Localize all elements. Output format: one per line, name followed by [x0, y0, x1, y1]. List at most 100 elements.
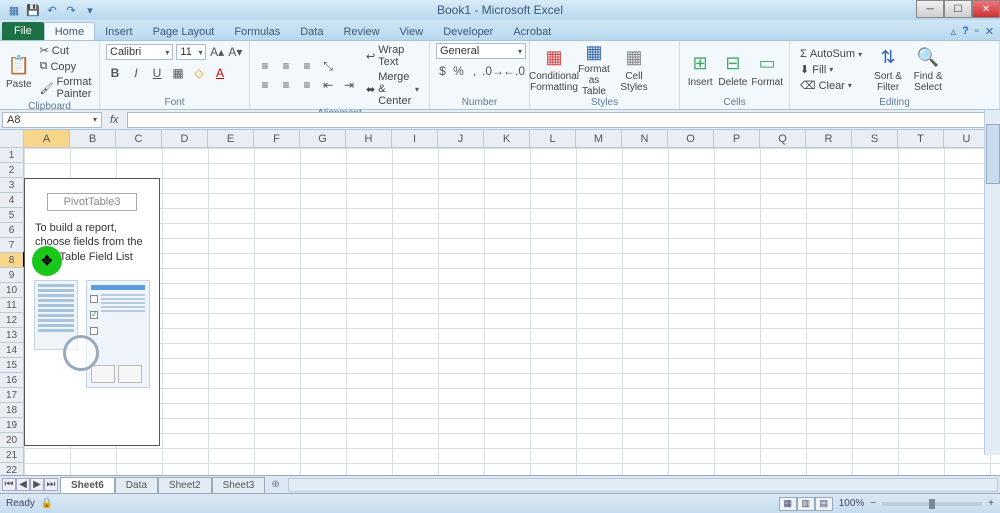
col-header-O[interactable]: O [668, 130, 714, 148]
col-header-C[interactable]: C [116, 130, 162, 148]
new-sheet-icon[interactable]: ⊕ [265, 479, 285, 490]
row-header-1[interactable]: 1 [0, 148, 24, 163]
zoom-in-icon[interactable]: + [988, 498, 994, 509]
col-header-S[interactable]: S [852, 130, 898, 148]
vertical-scrollbar[interactable] [984, 110, 1000, 455]
row-header-9[interactable]: 9 [0, 268, 24, 283]
conditional-formatting-button[interactable]: ▦Conditional Formatting [536, 45, 572, 95]
col-header-D[interactable]: D [162, 130, 208, 148]
worksheet-grid[interactable]: ABCDEFGHIJKLMNOPQRSTU 123456789101112131… [0, 130, 1000, 475]
row-header-11[interactable]: 11 [0, 298, 24, 313]
comma-icon[interactable]: , [468, 62, 481, 80]
align-bottom-icon[interactable]: ≡ [298, 57, 316, 75]
horizontal-scrollbar[interactable] [288, 478, 998, 492]
decrease-decimal-icon[interactable]: ←.0 [505, 62, 523, 80]
row-header-20[interactable]: 20 [0, 433, 24, 448]
tab-insert[interactable]: Insert [95, 23, 143, 40]
format-as-table-button[interactable]: ▦Format as Table [576, 45, 612, 95]
align-left-icon[interactable]: ≡ [256, 76, 274, 94]
row-header-4[interactable]: 4 [0, 193, 24, 208]
close-button[interactable]: ✕ [972, 0, 1000, 18]
clear-button[interactable]: ⌫Clear▾ [796, 78, 866, 93]
row-header-13[interactable]: 13 [0, 328, 24, 343]
col-header-N[interactable]: N [622, 130, 668, 148]
sheet-nav-first-icon[interactable]: ⏮ [2, 478, 16, 491]
indent-increase-icon[interactable]: ⇥ [340, 76, 358, 94]
copy-button[interactable]: ⧉Copy [36, 59, 96, 74]
col-header-G[interactable]: G [300, 130, 346, 148]
row-header-12[interactable]: 12 [0, 313, 24, 328]
view-normal-icon[interactable]: ▦ [779, 497, 797, 511]
qat-dropdown-icon[interactable]: ▾ [82, 2, 98, 18]
formula-input[interactable] [127, 112, 998, 128]
fill-color-button[interactable]: ◇ [190, 64, 208, 82]
tab-review[interactable]: Review [333, 23, 389, 40]
col-header-E[interactable]: E [208, 130, 254, 148]
row-header-22[interactable]: 22 [0, 463, 24, 475]
col-header-A[interactable]: A [24, 130, 70, 148]
maximize-button[interactable]: ☐ [944, 0, 972, 18]
col-header-K[interactable]: K [484, 130, 530, 148]
row-header-18[interactable]: 18 [0, 403, 24, 418]
fx-icon[interactable]: fx [104, 114, 125, 126]
align-top-icon[interactable]: ≡ [256, 57, 274, 75]
sheet-tab-2[interactable]: Sheet2 [158, 477, 212, 493]
bold-button[interactable]: B [106, 64, 124, 82]
font-name-select[interactable]: Calibri▾ [106, 44, 173, 60]
view-break-icon[interactable]: ▤ [815, 497, 833, 511]
col-header-H[interactable]: H [346, 130, 392, 148]
zoom-out-icon[interactable]: − [870, 498, 876, 509]
col-header-J[interactable]: J [438, 130, 484, 148]
minimize-button[interactable]: ─ [916, 0, 944, 18]
cell-styles-button[interactable]: ▦Cell Styles [616, 45, 652, 95]
row-header-2[interactable]: 2 [0, 163, 24, 178]
border-button[interactable]: ▦ [169, 64, 187, 82]
align-middle-icon[interactable]: ≡ [277, 57, 295, 75]
sheet-tab-1[interactable]: Data [115, 477, 158, 493]
col-header-R[interactable]: R [806, 130, 852, 148]
wrap-text-button[interactable]: ↩Wrap Text [362, 43, 423, 69]
undo-icon[interactable]: ↶ [44, 2, 60, 18]
merge-center-button[interactable]: ⬌Merge & Center▾ [362, 70, 423, 108]
tab-home[interactable]: Home [44, 22, 95, 40]
col-header-F[interactable]: F [254, 130, 300, 148]
name-box[interactable]: A8▾ [2, 112, 102, 128]
col-header-P[interactable]: P [714, 130, 760, 148]
tab-page-layout[interactable]: Page Layout [143, 23, 225, 40]
window-close-icon[interactable]: ✕ [985, 25, 994, 38]
row-header-14[interactable]: 14 [0, 343, 24, 358]
col-header-I[interactable]: I [392, 130, 438, 148]
col-header-M[interactable]: M [576, 130, 622, 148]
sheet-nav-last-icon[interactable]: ⏭ [44, 478, 58, 491]
sheet-tab-3[interactable]: Sheet3 [212, 477, 266, 493]
row-header-6[interactable]: 6 [0, 223, 24, 238]
row-header-21[interactable]: 21 [0, 448, 24, 463]
sheet-tab-0[interactable]: Sheet6 [60, 477, 115, 493]
align-center-icon[interactable]: ≡ [277, 76, 295, 94]
align-right-icon[interactable]: ≡ [298, 76, 316, 94]
tab-view[interactable]: View [390, 23, 434, 40]
tab-file[interactable]: File [2, 22, 44, 40]
autosum-button[interactable]: ΣAutoSum▾ [796, 47, 866, 61]
row-header-8[interactable]: 8 [0, 253, 24, 268]
redo-icon[interactable]: ↷ [63, 2, 79, 18]
row-header-3[interactable]: 3 [0, 178, 24, 193]
save-icon[interactable]: 💾 [25, 2, 41, 18]
tab-data[interactable]: Data [290, 23, 333, 40]
sort-filter-button[interactable]: ⇅Sort & Filter [870, 45, 906, 95]
increase-decimal-icon[interactable]: .0→ [484, 62, 502, 80]
indent-decrease-icon[interactable]: ⇤ [319, 76, 337, 94]
view-layout-icon[interactable]: ▥ [797, 497, 815, 511]
ribbon-minimize-icon[interactable]: ▵ [951, 25, 957, 38]
select-all-corner[interactable] [0, 130, 24, 148]
sheet-nav-next-icon[interactable]: ▶ [30, 478, 44, 491]
orientation-icon[interactable]: ⤡ [319, 57, 337, 75]
sheet-nav-prev-icon[interactable]: ◀ [16, 478, 30, 491]
decrease-font-icon[interactable]: A▾ [228, 43, 243, 61]
fill-button[interactable]: ⬇Fill▾ [796, 62, 866, 77]
row-header-15[interactable]: 15 [0, 358, 24, 373]
col-header-L[interactable]: L [530, 130, 576, 148]
zoom-level[interactable]: 100% [839, 498, 865, 509]
help-icon[interactable]: ? [962, 25, 969, 38]
currency-icon[interactable]: $ [436, 62, 449, 80]
